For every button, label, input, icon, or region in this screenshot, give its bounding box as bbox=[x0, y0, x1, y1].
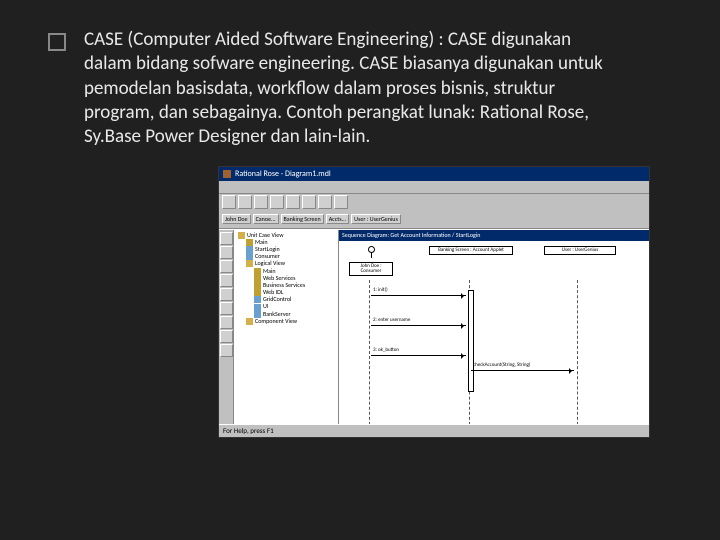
tree-node[interactable]: Main bbox=[236, 239, 336, 246]
tree-node[interactable]: Consumer bbox=[236, 253, 336, 260]
tool-palette bbox=[219, 230, 234, 424]
tree-node[interactable]: Logical View bbox=[236, 260, 336, 267]
toolbar-button[interactable] bbox=[270, 195, 284, 209]
body-text: CASE (Computer Aided Software Engineerin… bbox=[84, 28, 604, 150]
actor[interactable]: John Doe :Consumer bbox=[349, 246, 393, 276]
lifeline bbox=[469, 280, 470, 424]
window-title: Rational Rose - Diagram1.mdl bbox=[235, 169, 331, 179]
diagram-canvas[interactable]: Sequence Diagram: Get Account Informatio… bbox=[339, 230, 649, 424]
sequence-object[interactable]: Banking Screen : Account Applet bbox=[429, 246, 513, 255]
palette-tool[interactable] bbox=[220, 302, 233, 315]
palette-tool[interactable] bbox=[220, 246, 233, 259]
lifeline bbox=[369, 280, 370, 424]
menubar[interactable] bbox=[219, 181, 649, 194]
tree-node[interactable]: StartLogin bbox=[236, 246, 336, 253]
diagram-tab[interactable]: John Doe bbox=[222, 214, 251, 224]
bullet-marker bbox=[48, 33, 66, 51]
diagram-tab[interactable]: Accts... bbox=[326, 214, 349, 224]
toolbar-button[interactable] bbox=[254, 195, 268, 209]
toolbars: John DoeCanoe...Banking ScreenAccts...Us… bbox=[219, 194, 649, 229]
palette-tool[interactable] bbox=[220, 330, 233, 343]
sequence-message[interactable]: checkAccount(String, String) bbox=[471, 370, 574, 376]
toolbar-button[interactable] bbox=[222, 195, 236, 209]
palette-tool[interactable] bbox=[220, 260, 233, 273]
sequence-object[interactable]: User : UserGenius bbox=[544, 246, 616, 255]
workspace: Unit Case ViewMainStartLoginConsumerLogi… bbox=[219, 229, 649, 424]
toolbar-button[interactable] bbox=[286, 195, 300, 209]
actor-icon bbox=[366, 246, 376, 260]
lifeline bbox=[577, 280, 578, 424]
palette-tool[interactable] bbox=[220, 274, 233, 287]
palette-tool[interactable] bbox=[220, 316, 233, 329]
palette-tool[interactable] bbox=[220, 344, 233, 357]
sequence-message[interactable]: 1: init() bbox=[371, 295, 466, 301]
rational-rose-window: Rational Rose - Diagram1.mdl John DoeCan… bbox=[218, 166, 650, 438]
tree-node[interactable]: Component View bbox=[236, 318, 336, 325]
toolbar-button[interactable] bbox=[318, 195, 332, 209]
tab-row: John DoeCanoe...Banking ScreenAccts...Us… bbox=[219, 211, 649, 228]
tree-node[interactable]: Business Services bbox=[236, 282, 336, 289]
diagram-tab[interactable]: User : UserGenius bbox=[351, 214, 401, 224]
palette-tool[interactable] bbox=[220, 232, 233, 245]
diagram-tab[interactable]: Banking Screen bbox=[281, 214, 324, 224]
slide: CASE (Computer Aided Software Engineerin… bbox=[0, 0, 720, 448]
model-tree[interactable]: Unit Case ViewMainStartLoginConsumerLogi… bbox=[234, 230, 339, 424]
sequence-message[interactable]: 3: ok_button bbox=[371, 355, 466, 361]
diagram-tab[interactable]: Canoe... bbox=[253, 214, 279, 224]
palette-tool[interactable] bbox=[220, 288, 233, 301]
status-text: For Help, press F1 bbox=[223, 426, 274, 435]
bullet-row: CASE (Computer Aided Software Engineerin… bbox=[48, 28, 672, 150]
toolbar-button[interactable] bbox=[334, 195, 348, 209]
tree-node[interactable]: GridControl bbox=[236, 296, 336, 303]
window-titlebar: Rational Rose - Diagram1.mdl bbox=[219, 167, 649, 181]
app-icon bbox=[223, 170, 231, 178]
toolbar-button[interactable] bbox=[302, 195, 316, 209]
toolbar-button[interactable] bbox=[238, 195, 252, 209]
diagram-body: John Doe :Consumer Banking Screen : Acco… bbox=[339, 240, 649, 414]
actor-label: John Doe :Consumer bbox=[349, 262, 393, 276]
statusbar: For Help, press F1 bbox=[219, 424, 649, 437]
sequence-message[interactable]: 2: enter username bbox=[371, 325, 466, 331]
embedded-screenshot: Rational Rose - Diagram1.mdl John DoeCan… bbox=[218, 166, 672, 438]
